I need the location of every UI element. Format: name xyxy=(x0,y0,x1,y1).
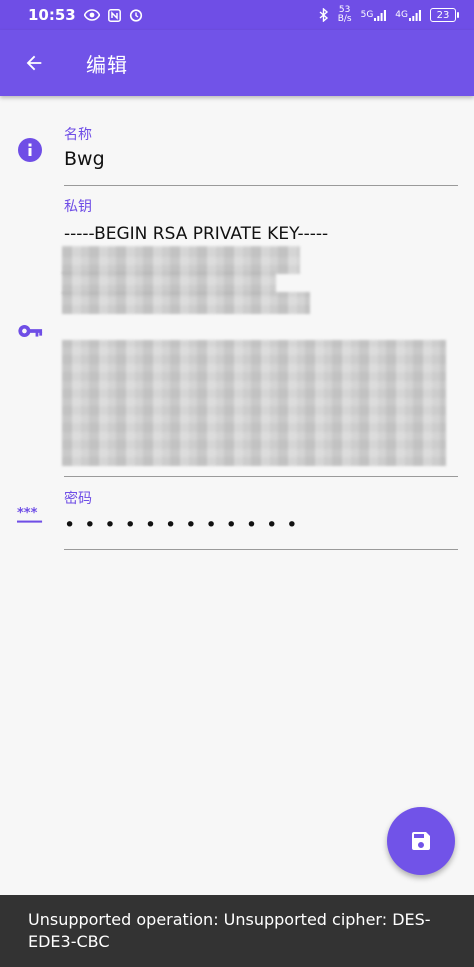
nfc-icon xyxy=(107,8,121,22)
name-field[interactable]: 名称 Bwg xyxy=(64,124,458,170)
private-key-field[interactable]: 私钥 -----BEGIN RSA PRIVATE KEY----- xyxy=(64,196,458,244)
network-speed-unit: B/s xyxy=(337,14,352,24)
redacted-key-block xyxy=(62,272,276,294)
network-speed: 53 B/s xyxy=(338,6,352,24)
save-button[interactable] xyxy=(387,807,455,875)
private-key-input[interactable]: -----BEGIN RSA PRIVATE KEY----- xyxy=(64,224,458,244)
status-time: 10:53 xyxy=(28,6,76,24)
battery-icon: 23 xyxy=(430,8,459,22)
alarm-icon xyxy=(129,8,143,22)
name-label: 名称 xyxy=(64,127,92,143)
redacted-key-block xyxy=(62,292,310,314)
private-key-label: 私钥 xyxy=(64,199,92,215)
snackbar-message: Unsupported operation: Unsupported ciphe… xyxy=(28,910,431,951)
page-title: 编辑 xyxy=(86,52,128,77)
key-icon xyxy=(17,322,43,340)
status-bar: 10:53 53 B/s 5G 4G 23 xyxy=(0,0,474,30)
svg-text:***: *** xyxy=(17,506,38,521)
name-input[interactable]: Bwg xyxy=(64,148,458,170)
status-right: 53 B/s 5G 4G 23 xyxy=(319,6,459,24)
name-underline xyxy=(64,185,458,186)
signal-icon-1: 5G xyxy=(361,9,387,21)
password-input[interactable]: •••••••••••• xyxy=(64,514,458,536)
private-key-underline xyxy=(64,476,458,477)
status-left: 10:53 xyxy=(28,6,143,24)
back-button[interactable] xyxy=(14,43,54,83)
snackbar: Unsupported operation: Unsupported ciphe… xyxy=(0,895,474,967)
info-icon xyxy=(17,137,43,163)
password-underline xyxy=(64,549,458,550)
password-field[interactable]: 密码 •••••••••••• xyxy=(64,488,458,536)
redacted-key-block xyxy=(62,246,300,274)
save-icon xyxy=(409,829,433,853)
arrow-back-icon xyxy=(23,52,45,74)
app-bar: 编辑 xyxy=(0,30,474,96)
signal-icon-2: 4G xyxy=(395,9,421,21)
bluetooth-icon xyxy=(319,8,329,22)
password-icon: *** xyxy=(17,505,43,525)
battery-level: 23 xyxy=(436,9,450,21)
redacted-key-block xyxy=(62,340,446,466)
signal-type-1: 5G xyxy=(360,9,374,20)
eye-icon xyxy=(83,9,100,21)
signal-type-2: 4G xyxy=(395,9,408,20)
password-label: 密码 xyxy=(64,491,92,507)
